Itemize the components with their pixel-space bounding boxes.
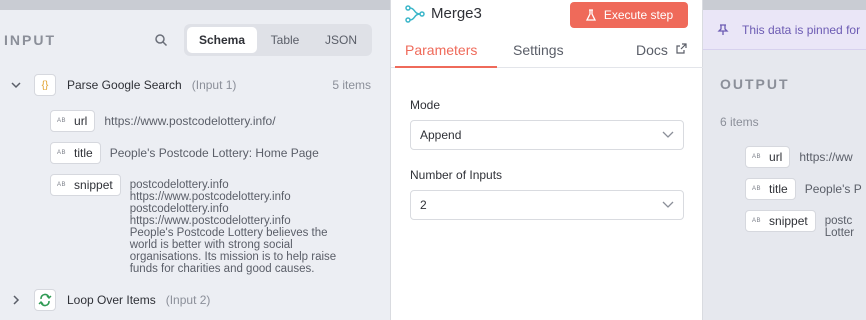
- schema-field-url: AB url https://www.postcodelottery.info/: [50, 110, 276, 132]
- tab-json[interactable]: JSON: [313, 27, 369, 53]
- tab-table[interactable]: Table: [257, 27, 313, 53]
- field-key: snippet: [769, 214, 808, 228]
- external-link-icon[interactable]: [676, 43, 687, 54]
- node-title[interactable]: Merge3: [431, 5, 482, 22]
- ab-type-icon: AB: [57, 182, 67, 188]
- node-name: Loop Over Items: [67, 293, 156, 307]
- mode-value: Append: [420, 128, 462, 142]
- pinned-banner-text: This data is pinned for: [742, 22, 861, 37]
- schema-field-title: AB title People's Postcode Lottery: Home …: [50, 142, 319, 164]
- field-value: https://www.postcodelottery.info/: [104, 114, 276, 128]
- ab-type-icon: AB: [752, 186, 762, 192]
- output-field-snippet: AB snippet postc Lotter: [745, 210, 854, 239]
- loop-icon: [34, 289, 56, 311]
- node-tabs: Parameters Settings Docs: [391, 38, 704, 68]
- field-key-pill[interactable]: AB title: [50, 142, 101, 164]
- schema-field-snippet: AB snippet postcodelottery.info https://w…: [50, 174, 365, 275]
- field-key-pill[interactable]: AB snippet: [50, 174, 121, 196]
- node-input-index: (Input 2): [165, 293, 211, 307]
- tab-parameters[interactable]: Parameters: [405, 42, 477, 58]
- node-input-index: (Input 1): [191, 78, 237, 92]
- chevron-down-icon: [662, 201, 674, 208]
- field-key-pill[interactable]: AB title: [745, 178, 796, 200]
- output-field-url: AB url https://ww: [745, 146, 853, 168]
- tab-settings[interactable]: Settings: [513, 42, 564, 58]
- chevron-down-icon[interactable]: [10, 79, 22, 91]
- flask-icon: [585, 9, 596, 21]
- ab-type-icon: AB: [57, 150, 67, 156]
- node-row-loop-over-items[interactable]: Loop Over Items (Input 2): [10, 289, 371, 311]
- field-key-pill[interactable]: AB url: [50, 110, 96, 132]
- input-panel: INPUT Schema Table JSON {} Parse Google …: [0, 10, 390, 320]
- execute-step-label: Execute step: [603, 8, 674, 22]
- output-item-count: 6 items: [720, 115, 759, 129]
- tab-docs[interactable]: Docs: [636, 42, 668, 58]
- input-panel-title: INPUT: [4, 32, 56, 48]
- field-value: postc Lotter: [824, 215, 855, 239]
- active-tab-underline: [395, 66, 497, 68]
- number-of-inputs-value: 2: [420, 198, 427, 212]
- node-row-parse-google-search[interactable]: {} Parse Google Search (Input 1) 5 items: [10, 74, 371, 96]
- field-key: url: [74, 114, 88, 128]
- field-value: https://ww: [799, 150, 853, 164]
- view-tabs: Schema Table JSON: [184, 24, 372, 56]
- output-field-title: AB title People's P: [745, 178, 862, 200]
- mode-label: Mode: [410, 98, 441, 112]
- execute-step-button[interactable]: Execute step: [570, 2, 688, 28]
- field-value: People's Postcode Lottery: Home Page: [109, 146, 319, 160]
- field-key: title: [769, 182, 788, 196]
- number-of-inputs-label: Number of Inputs: [410, 168, 503, 182]
- tab-schema[interactable]: Schema: [187, 27, 257, 53]
- number-of-inputs-select[interactable]: 2: [410, 190, 684, 220]
- node-item-count: 5 items: [332, 78, 371, 92]
- field-value: postcodelottery.info https://www.postcod…: [129, 179, 337, 275]
- pin-icon: [717, 23, 729, 35]
- mode-select[interactable]: Append: [410, 120, 684, 150]
- ab-type-icon: AB: [752, 154, 762, 160]
- chevron-right-icon[interactable]: [10, 294, 22, 306]
- ab-type-icon: AB: [752, 218, 762, 224]
- merge-icon: [405, 5, 425, 23]
- field-key: snippet: [74, 178, 113, 192]
- ab-type-icon: AB: [57, 118, 67, 124]
- search-icon[interactable]: [154, 33, 168, 47]
- field-key-pill[interactable]: AB snippet: [745, 210, 816, 232]
- field-key-pill[interactable]: AB url: [745, 146, 791, 168]
- chevron-down-icon: [662, 131, 674, 138]
- field-key: url: [769, 150, 783, 164]
- output-panel-title: OUTPUT: [720, 76, 790, 92]
- field-value: People's P: [804, 182, 862, 196]
- braces-icon: {}: [34, 74, 56, 96]
- field-key: title: [74, 146, 93, 160]
- pinned-data-banner: This data is pinned for: [703, 10, 866, 50]
- node-parameters-panel: Merge3 Execute step Parameters Settings …: [390, 0, 704, 320]
- node-name: Parse Google Search: [67, 78, 182, 92]
